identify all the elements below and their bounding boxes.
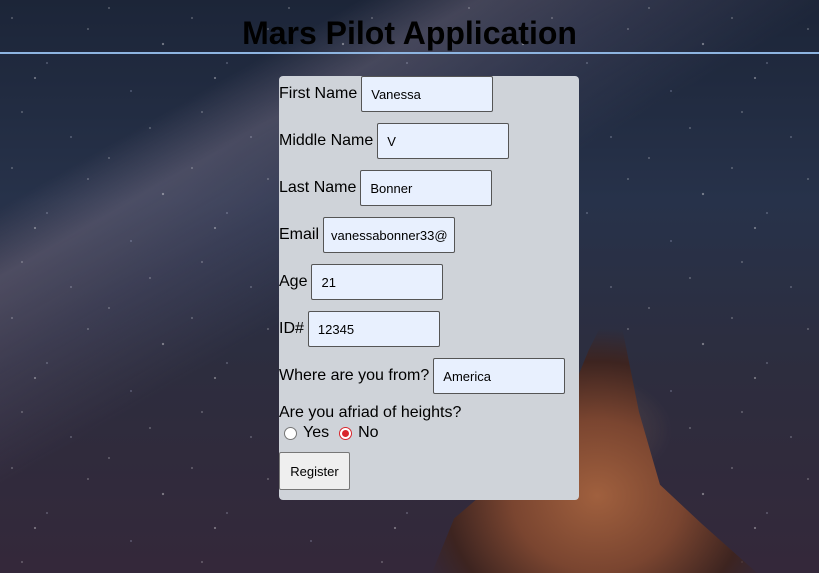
heights-question: Are you afriad of heights?	[279, 404, 462, 421]
email-label: Email	[279, 226, 320, 243]
origin-label: Where are you from?	[279, 367, 430, 384]
heights-yes-radio[interactable]	[284, 426, 297, 440]
register-button[interactable]: Register	[279, 452, 350, 490]
last-name-input[interactable]	[360, 170, 493, 206]
heights-no-radio[interactable]	[339, 426, 353, 440]
middle-name-row: Middle Name	[279, 123, 510, 159]
email-input[interactable]	[323, 217, 456, 253]
last-name-row: Last Name	[279, 170, 493, 206]
first-name-row: First Name	[279, 76, 494, 112]
origin-row: Where are you from?	[279, 358, 566, 394]
id-input[interactable]	[307, 311, 440, 347]
age-row: Age	[279, 264, 444, 300]
middle-name-label: Middle Name	[279, 132, 374, 149]
middle-name-input[interactable]	[377, 123, 510, 159]
id-label: ID#	[279, 320, 304, 337]
email-row: Email	[279, 217, 456, 253]
id-row: ID#	[279, 311, 440, 347]
heights-yes-label[interactable]: Yes	[303, 424, 329, 442]
origin-input[interactable]	[433, 358, 566, 394]
age-label: Age	[279, 273, 308, 290]
page-title: Mars Pilot Application	[242, 15, 577, 51]
pilot-application-form: First Name Middle Name Last Name Email A…	[279, 76, 579, 500]
last-name-label: Last Name	[279, 179, 357, 196]
heights-no-label[interactable]: No	[358, 424, 378, 442]
heights-radio-group: Yes No	[284, 424, 389, 442]
age-input[interactable]	[311, 264, 444, 300]
first-name-label: First Name	[279, 85, 358, 102]
first-name-input[interactable]	[361, 76, 494, 112]
